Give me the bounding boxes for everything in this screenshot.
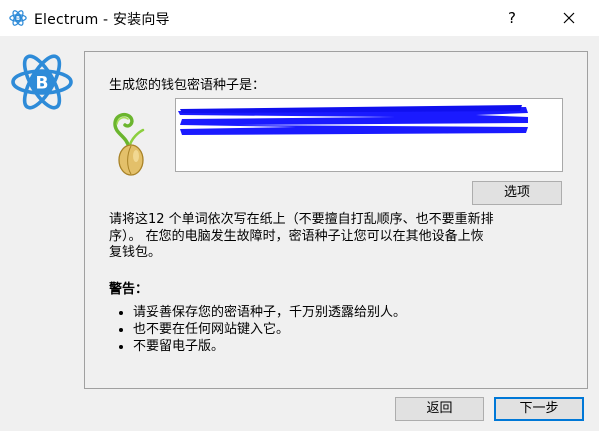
window-title: Electrum - 安装向导 bbox=[34, 12, 170, 28]
warning-item: 也不要在任何网站键入它。 bbox=[133, 321, 406, 338]
electrum-logo-icon: B bbox=[11, 54, 73, 110]
svg-text:B: B bbox=[36, 74, 49, 94]
close-icon bbox=[563, 12, 575, 24]
warning-item: 不要留电子版。 bbox=[133, 338, 406, 355]
warning-title: 警告： bbox=[109, 282, 149, 297]
svg-text:B: B bbox=[16, 16, 20, 22]
seed-sprout-icon bbox=[113, 112, 145, 176]
warning-list: 请妥善保存您的密语种子，千万别透露给别人。 也不要在任何网站键入它。 不要留电子… bbox=[109, 304, 406, 355]
seed-prompt: 生成您的钱包密语种子是： bbox=[109, 78, 266, 93]
instructions-line: 请将这12 个单词依次写在纸上（不要擅自打乱顺序、也不要重新排 bbox=[109, 212, 494, 227]
seed-redaction bbox=[178, 105, 528, 135]
electrum-logo-icon: B bbox=[9, 10, 27, 26]
close-button[interactable] bbox=[551, 0, 587, 36]
back-button[interactable]: 返回 bbox=[395, 397, 484, 421]
options-button[interactable]: 选项 bbox=[472, 181, 562, 205]
title-bar: B Electrum - 安装向导 ? bbox=[0, 0, 599, 36]
seed-instructions: 请将这12 个单词依次写在纸上（不要擅自打乱顺序、也不要重新排 序）。 在您的电… bbox=[109, 212, 569, 262]
next-button[interactable]: 下一步 bbox=[494, 397, 584, 421]
wizard-panel: 生成您的钱包密语种子是： 选项 请将这12 个单词依次写在纸上（不要擅自打乱顺序… bbox=[84, 51, 588, 389]
instructions-line: 复钱包。 bbox=[109, 245, 162, 260]
warning-item: 请妥善保存您的密语种子，千万别透露给别人。 bbox=[133, 304, 406, 321]
help-button[interactable]: ? bbox=[494, 0, 530, 36]
instructions-line: 序）。 在您的电脑发生故障时，密语种子让您可以在其他设备上恢 bbox=[109, 228, 484, 244]
seed-text-area[interactable] bbox=[175, 98, 563, 172]
